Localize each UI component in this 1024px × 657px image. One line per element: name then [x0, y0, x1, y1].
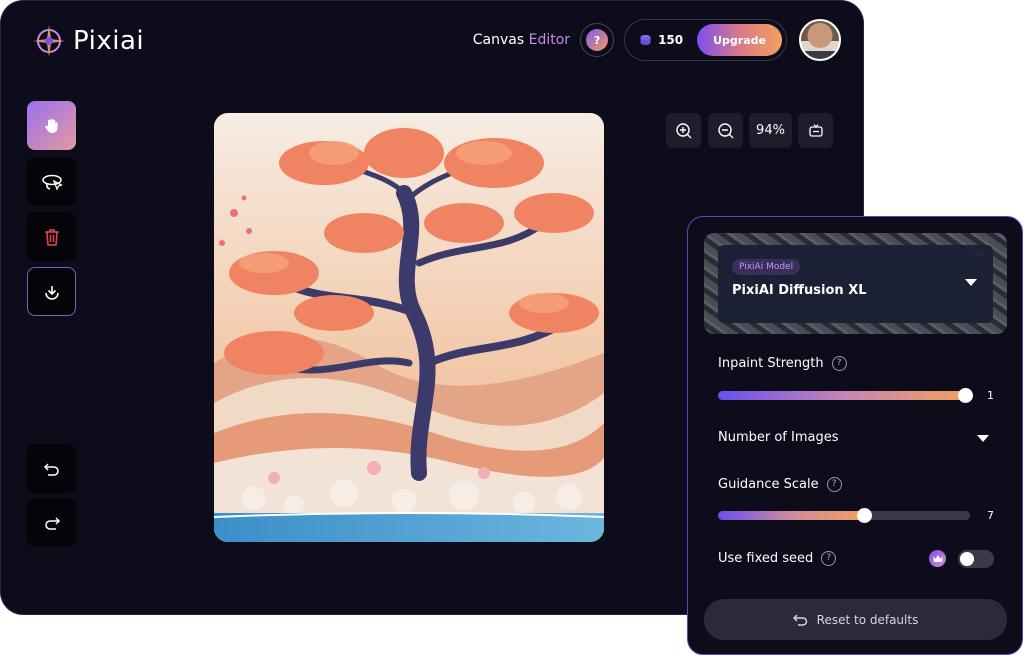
- reset-icon: [792, 614, 807, 626]
- fixed-seed-label: Use fixed seed: [718, 551, 814, 566]
- guidance-scale-fill: [718, 511, 865, 520]
- fit-screen-button[interactable]: [798, 113, 833, 148]
- toggle-knob: [960, 552, 974, 566]
- hand-icon: [44, 118, 58, 133]
- fixed-seed-row: Use fixed seed ?: [718, 551, 837, 566]
- page-title: Canvas Editor: [473, 32, 570, 48]
- model-selector[interactable]: PixiAi Model PixiAI Diffusion XL: [704, 233, 1007, 334]
- download-icon: [44, 285, 59, 300]
- zoom-out-icon: [717, 122, 733, 138]
- seed-help-icon[interactable]: ?: [821, 551, 837, 566]
- user-avatar[interactable]: [799, 19, 841, 61]
- download-button[interactable]: [27, 267, 76, 316]
- guidance-scale-label: Guidance Scale: [718, 477, 819, 492]
- redo-icon: [44, 516, 60, 530]
- zoom-in-button[interactable]: [666, 113, 701, 148]
- inpaint-strength-label: Inpaint Strength: [718, 356, 824, 371]
- generation-settings-panel: PixiAi Model PixiAI Diffusion XL Inpaint…: [687, 216, 1023, 655]
- fixed-seed-toggle[interactable]: [958, 550, 994, 568]
- logo-icon: [33, 25, 65, 57]
- coins-icon: [639, 34, 652, 47]
- help-icon: ?: [586, 29, 609, 51]
- inpaint-strength-thumb[interactable]: [957, 388, 973, 403]
- guidance-scale-row: Guidance Scale ?: [718, 477, 842, 492]
- inpaint-strength-slider[interactable]: [718, 388, 973, 403]
- chevron-down-icon[interactable]: [977, 435, 989, 443]
- credits-pill: 150 Upgrade: [624, 19, 787, 61]
- model-name: PixiAI Diffusion XL: [732, 283, 867, 298]
- guidance-scale-value: 7: [987, 509, 994, 522]
- lasso-tool-button[interactable]: [27, 157, 76, 206]
- app-name: Pixiai: [73, 26, 145, 56]
- reset-defaults-label: Reset to defaults: [816, 612, 919, 627]
- fit-screen-icon: [808, 123, 823, 137]
- redo-button[interactable]: [27, 498, 76, 547]
- number-of-images-label: Number of Images: [718, 430, 839, 445]
- model-selector-overlay: PixiAi Model PixiAI Diffusion XL: [718, 245, 993, 323]
- lasso-icon: [41, 174, 63, 191]
- inpaint-help-icon[interactable]: ?: [831, 356, 847, 371]
- header-actions: Canvas Editor ? 150 Upgrade: [473, 19, 841, 61]
- premium-badge: [929, 550, 946, 567]
- guidance-scale-slider[interactable]: [718, 508, 970, 523]
- undo-icon: [43, 462, 59, 476]
- delete-button[interactable]: [27, 212, 76, 261]
- zoom-in-icon: [675, 122, 691, 138]
- reset-defaults-button[interactable]: Reset to defaults: [704, 599, 1007, 640]
- credits-count: 150: [658, 33, 684, 47]
- trash-icon: [44, 228, 59, 246]
- upgrade-button[interactable]: Upgrade: [697, 24, 782, 56]
- undo-button[interactable]: [27, 444, 76, 493]
- guidance-help-icon[interactable]: ?: [826, 477, 842, 492]
- guidance-scale-thumb[interactable]: [857, 508, 873, 523]
- inpaint-strength-value: 1: [987, 389, 994, 402]
- tree-artwork: [214, 113, 604, 542]
- crown-icon: [932, 554, 943, 562]
- zoom-out-button[interactable]: [708, 113, 743, 148]
- help-button[interactable]: ?: [580, 23, 615, 57]
- page-title-accent: Editor: [528, 32, 571, 48]
- inpaint-strength-fill: [718, 391, 965, 400]
- number-of-images-dropdown[interactable]: Number of Images: [718, 430, 839, 445]
- hand-tool-button[interactable]: [27, 101, 76, 150]
- chevron-down-icon: [965, 279, 977, 286]
- zoom-level[interactable]: 94%: [749, 113, 792, 148]
- page-title-main: Canvas: [472, 32, 529, 48]
- canvas-image[interactable]: [214, 113, 604, 542]
- model-tag: PixiAi Model: [732, 259, 801, 275]
- app-logo[interactable]: Pixiai: [31, 23, 144, 59]
- inpaint-strength-row: Inpaint Strength ?: [718, 356, 847, 371]
